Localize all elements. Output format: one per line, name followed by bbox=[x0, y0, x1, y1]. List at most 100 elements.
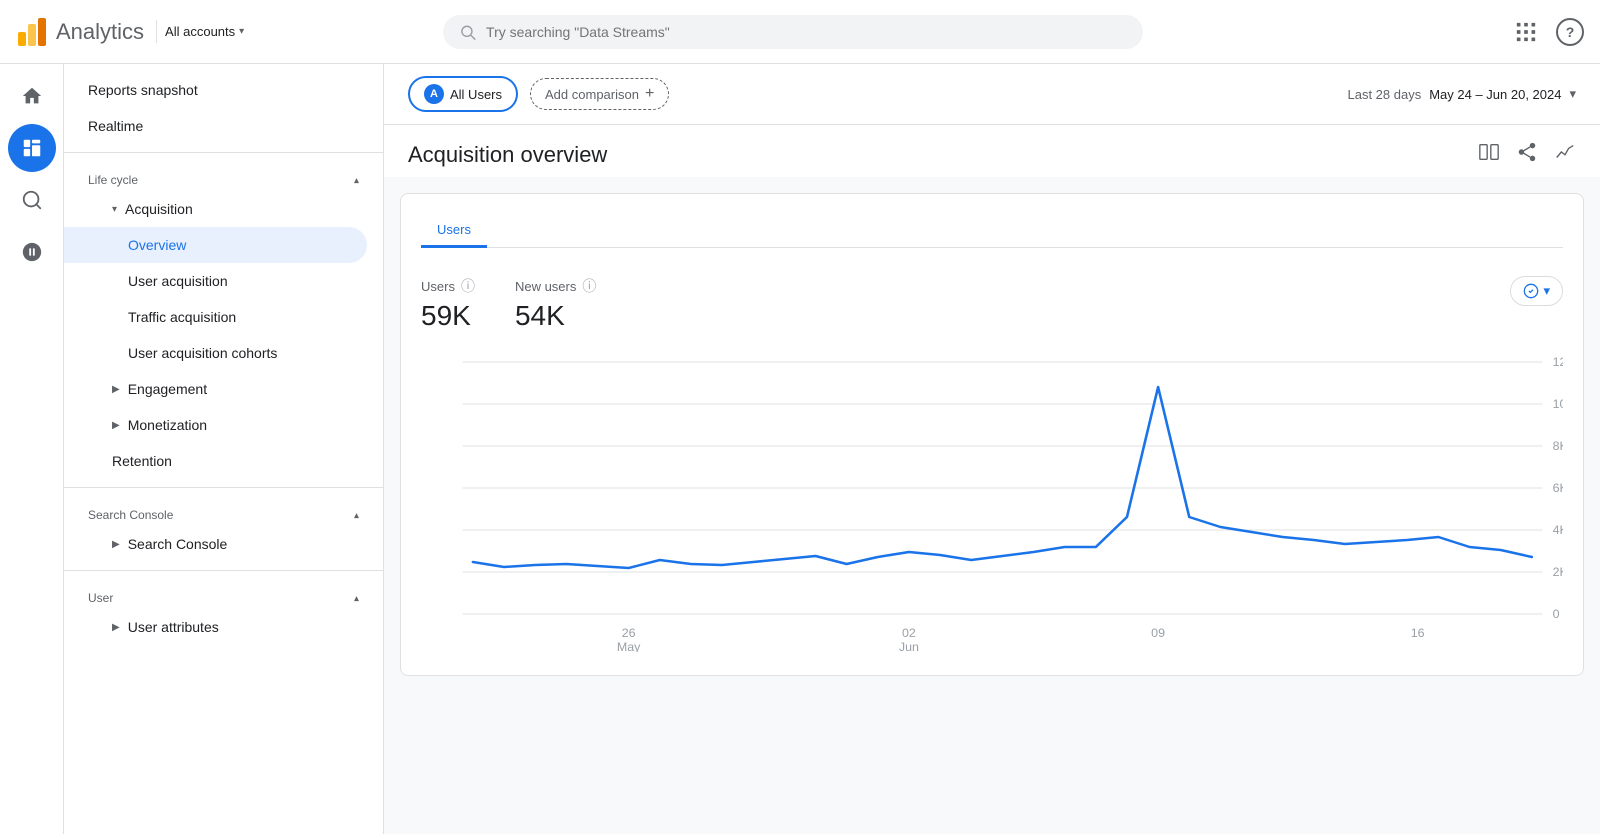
svg-text:12K: 12K bbox=[1553, 355, 1563, 369]
compare-columns-icon[interactable] bbox=[1478, 141, 1500, 169]
sidebar-item-user-acquisition-cohorts[interactable]: User acquisition cohorts bbox=[64, 335, 383, 371]
ga-logo-icon bbox=[16, 16, 48, 48]
sidebar-item-overview[interactable]: Overview bbox=[64, 227, 367, 263]
reports-snapshot-label: Reports snapshot bbox=[88, 82, 198, 98]
help-icon[interactable]: ? bbox=[1556, 18, 1584, 46]
sidebar-item-user-acquisition[interactable]: User acquisition bbox=[64, 263, 383, 299]
sidebar-item-acquisition[interactable]: ▾ Acquisition bbox=[64, 191, 383, 227]
search-console-item-label: Search Console bbox=[128, 536, 228, 552]
users-info-icon[interactable]: ⓘ bbox=[461, 276, 475, 296]
acquisition-label: Acquisition bbox=[125, 201, 193, 217]
sidebar-item-user-attributes[interactable]: ▶ User attributes bbox=[64, 609, 383, 645]
page-title: Acquisition overview bbox=[408, 142, 607, 168]
metric-new-users-label-row: New users ⓘ bbox=[515, 276, 596, 296]
toolbar-icons bbox=[1478, 141, 1576, 169]
plus-icon: + bbox=[645, 85, 654, 103]
search-input[interactable] bbox=[486, 24, 1127, 40]
svg-text:May: May bbox=[617, 640, 641, 652]
metric-users-label: Users bbox=[421, 279, 455, 294]
search-console-expand-icon: ▶ bbox=[112, 539, 120, 550]
apps-icon[interactable] bbox=[1512, 18, 1540, 46]
svg-text:26: 26 bbox=[622, 626, 636, 640]
sidebar-item-retention[interactable]: Retention bbox=[64, 443, 383, 479]
chevron-down-icon: ▾ bbox=[239, 26, 244, 37]
line-chart: 12K 10K 8K 6K 4K 2K 0 26 May 02 bbox=[421, 352, 1563, 652]
user-attributes-expand-icon: ▶ bbox=[112, 622, 120, 633]
topbar: Analytics All accounts ▾ ? bbox=[0, 0, 1600, 64]
nav-sidebar: Reports snapshot Realtime Life cycle ▾ ▾… bbox=[64, 64, 384, 834]
overview-label: Overview bbox=[128, 237, 186, 253]
icon-sidebar bbox=[0, 64, 64, 834]
svg-text:09: 09 bbox=[1151, 626, 1165, 640]
user-acquisition-label: User acquisition bbox=[128, 273, 228, 289]
engagement-expand-icon: ▶ bbox=[112, 384, 120, 395]
section-search-console[interactable]: Search Console ▾ bbox=[64, 496, 383, 526]
sidebar-item-reports-snapshot[interactable]: Reports snapshot bbox=[64, 72, 383, 108]
chip-avatar: A bbox=[424, 84, 444, 104]
date-range-chevron-icon: ▾ bbox=[1569, 86, 1576, 102]
section-lifecycle[interactable]: Life cycle ▾ bbox=[64, 161, 383, 191]
search-bar[interactable] bbox=[443, 15, 1143, 49]
add-comparison-button[interactable]: Add comparison + bbox=[530, 78, 669, 110]
sidebar-icon-explore[interactable] bbox=[8, 176, 56, 224]
share-icon[interactable] bbox=[1516, 141, 1538, 169]
chart-toggle-icon[interactable] bbox=[1554, 141, 1576, 169]
user-attributes-label: User attributes bbox=[128, 619, 219, 635]
date-range-value: May 24 – Jun 20, 2024 bbox=[1429, 87, 1561, 102]
retention-label: Retention bbox=[112, 453, 172, 469]
svg-text:8K: 8K bbox=[1553, 439, 1563, 453]
topbar-right: ? bbox=[1512, 18, 1584, 46]
svg-text:10K: 10K bbox=[1553, 397, 1563, 411]
realtime-label: Realtime bbox=[88, 118, 143, 134]
chart-container: Users Users ⓘ 59K New users ⓘ bbox=[400, 193, 1584, 676]
user-section-label: User bbox=[88, 591, 113, 605]
nav-divider-2 bbox=[64, 487, 383, 488]
date-range-prefix: Last 28 days bbox=[1347, 87, 1421, 102]
svg-text:6K: 6K bbox=[1553, 481, 1563, 495]
metric-toggle-button[interactable]: ▾ bbox=[1510, 276, 1563, 306]
sidebar-item-engagement[interactable]: ▶ Engagement bbox=[64, 371, 383, 407]
metric-users-label-row: Users ⓘ bbox=[421, 276, 475, 296]
metrics-row: Users ⓘ 59K New users ⓘ 54K ▾ bbox=[421, 264, 1563, 352]
section-user[interactable]: User ▾ bbox=[64, 579, 383, 609]
sidebar-item-search-console[interactable]: ▶ Search Console bbox=[64, 526, 383, 562]
search-icon bbox=[459, 23, 476, 41]
metric-new-users: New users ⓘ 54K bbox=[515, 276, 596, 332]
svg-text:4K: 4K bbox=[1553, 523, 1563, 537]
chart-line bbox=[473, 387, 1532, 568]
engagement-label: Engagement bbox=[128, 381, 207, 397]
search-console-collapse-icon: ▾ bbox=[354, 510, 359, 521]
all-users-chip[interactable]: A All Users bbox=[408, 76, 518, 112]
sidebar-item-traffic-acquisition[interactable]: Traffic acquisition bbox=[64, 299, 383, 335]
lifecycle-label: Life cycle bbox=[88, 173, 138, 187]
tab-users-label: Users bbox=[437, 222, 471, 237]
add-comparison-label: Add comparison bbox=[545, 87, 639, 102]
user-collapse-icon: ▾ bbox=[354, 593, 359, 604]
svg-text:0: 0 bbox=[1553, 607, 1560, 621]
sidebar-icon-reports[interactable] bbox=[8, 124, 56, 172]
lifecycle-collapse-icon: ▾ bbox=[354, 175, 359, 186]
traffic-acquisition-label: Traffic acquisition bbox=[128, 309, 236, 325]
main-content: A All Users Add comparison + Last 28 day… bbox=[384, 64, 1600, 834]
tab-users[interactable]: Users bbox=[421, 214, 487, 248]
account-label: All accounts bbox=[165, 24, 235, 39]
new-users-info-icon[interactable]: ⓘ bbox=[582, 276, 596, 296]
metric-new-users-value: 54K bbox=[515, 300, 596, 332]
account-selector[interactable]: All accounts ▾ bbox=[156, 20, 252, 43]
nav-divider-3 bbox=[64, 570, 383, 571]
sidebar-icon-advertising[interactable] bbox=[8, 228, 56, 276]
metric-users: Users ⓘ 59K bbox=[421, 276, 475, 332]
chart-tabs: Users bbox=[421, 214, 1563, 248]
chip-label: All Users bbox=[450, 87, 502, 102]
acquisition-expand-icon: ▾ bbox=[112, 204, 117, 215]
svg-text:Jun: Jun bbox=[899, 640, 919, 652]
page-title-bar: Acquisition overview bbox=[384, 125, 1600, 177]
date-range-selector[interactable]: Last 28 days May 24 – Jun 20, 2024 ▾ bbox=[1347, 86, 1576, 102]
app-title: Analytics bbox=[56, 19, 144, 45]
search-console-section-label: Search Console bbox=[88, 508, 173, 522]
sidebar-icon-home[interactable] bbox=[8, 72, 56, 120]
svg-text:16: 16 bbox=[1411, 626, 1425, 640]
monetization-label: Monetization bbox=[128, 417, 207, 433]
sidebar-item-realtime[interactable]: Realtime bbox=[64, 108, 383, 144]
sidebar-item-monetization[interactable]: ▶ Monetization bbox=[64, 407, 383, 443]
